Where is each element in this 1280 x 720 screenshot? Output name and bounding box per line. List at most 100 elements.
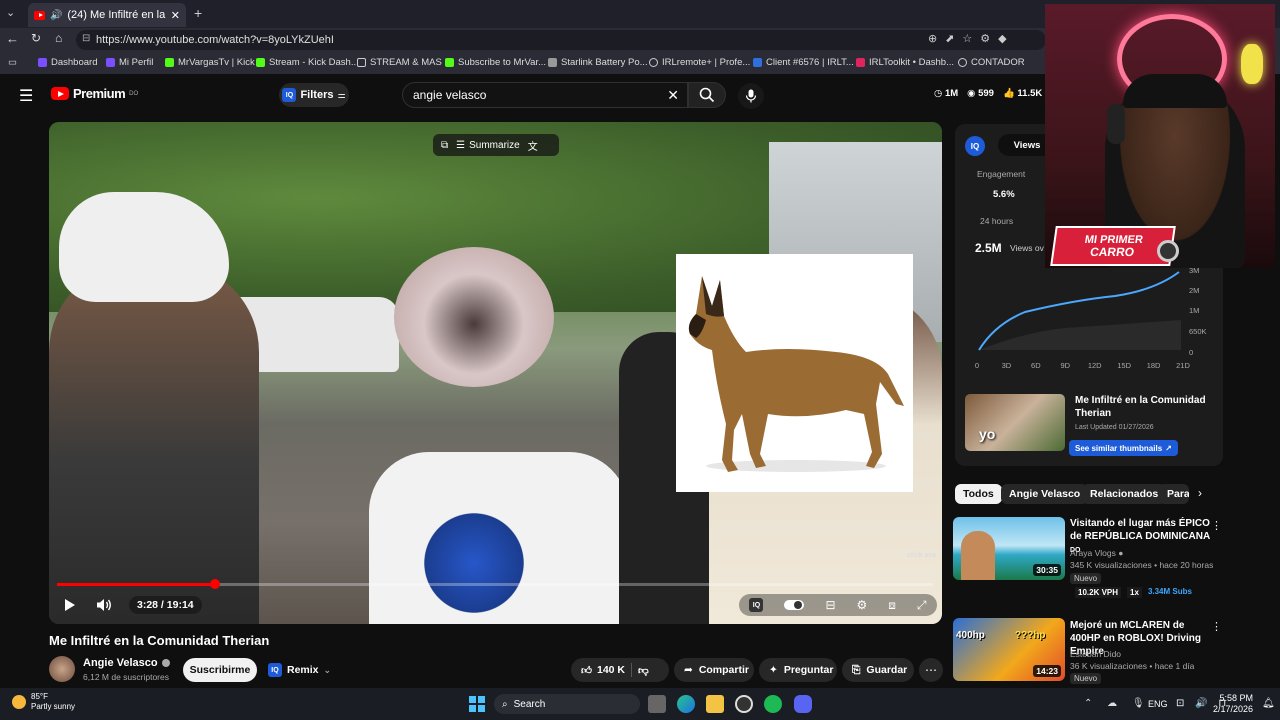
youtube-logo[interactable]: Premium DO [51, 86, 138, 101]
reload-icon[interactable]: ↻ [31, 31, 41, 45]
vph-stats: 10.2K VPH 1x 3.34M Subs [1075, 587, 1192, 598]
play-button[interactable] [61, 596, 79, 614]
recommendation-item[interactable]: 30:35 Visitando el lugar más ÉPICO de RE… [953, 517, 1225, 605]
iq-player-icon[interactable]: IQ [749, 598, 764, 612]
screenshot-icon[interactable]: ⧉ [441, 140, 448, 151]
site-info-icon[interactable]: ⊟ [82, 33, 90, 44]
total-views: 2.5M [975, 241, 1002, 255]
person-left [49, 262, 259, 624]
spotify-icon[interactable] [764, 695, 782, 713]
share-button[interactable]: ➦ Compartir [674, 658, 754, 682]
tab-close-icon[interactable]: ✕ [171, 9, 180, 22]
more-actions-button[interactable]: ⋯ [919, 658, 943, 682]
clear-search-icon[interactable]: ✕ [667, 87, 679, 104]
new-tab-icon[interactable]: + [194, 5, 202, 21]
chip-channel[interactable]: Angie Velasco [1001, 484, 1089, 504]
bookmark-item[interactable]: CONTADOR [958, 57, 1025, 68]
clock[interactable]: 5:58 PM 2/17/2026 [1213, 693, 1253, 715]
dislike-button[interactable]: 👎︎ [638, 664, 649, 677]
back-icon[interactable]: ← [6, 31, 19, 46]
remix-button[interactable]: IQ Remix ⌄ [264, 658, 334, 682]
subtitles-icon[interactable]: ⊟ [825, 598, 835, 612]
likes-stat: 👍 11.5K [1002, 88, 1043, 99]
play-icon [65, 599, 75, 611]
similar-thumbnails-button[interactable]: See similar thumbnails ↗ [1069, 440, 1178, 456]
search-label: Search [513, 698, 546, 710]
translate-icon[interactable]: 文 [528, 138, 538, 153]
rec-channel: Araya Vlogs ● [1070, 548, 1124, 558]
search-button[interactable] [688, 82, 726, 108]
recommendation-item[interactable]: 400hp ???hp 14:23 Mejoré un MCLAREN de 4… [953, 618, 1225, 684]
autoplay-toggle[interactable] [784, 600, 805, 610]
volume-button[interactable] [94, 596, 114, 614]
obs-icon[interactable] [735, 695, 753, 713]
task-view-icon[interactable] [648, 695, 666, 713]
bookmark-item[interactable]: IRLToolkit • Dashb... [856, 57, 954, 68]
like-dislike-group: 👍︎ 140 K 👎︎ [571, 658, 669, 682]
new-badge: Nuevo [1070, 573, 1102, 584]
volume-icon [97, 599, 111, 611]
menu-icon[interactable]: ☰ [19, 86, 33, 106]
system-tray[interactable]: ⌃ ☁ 🎙 [1084, 698, 1151, 709]
home-icon[interactable]: ⌂ [55, 31, 62, 45]
notification-icon[interactable]: 🔔︎ [1262, 698, 1275, 709]
analytics-thumbnail[interactable]: yo [965, 394, 1065, 451]
y-tick-label: 650K [1189, 327, 1207, 336]
save-button[interactable]: ⎘ Guardar [842, 658, 914, 682]
summarize-label: Summarize [469, 139, 520, 151]
tab-list-chevron-icon[interactable]: ⌄ [6, 6, 15, 19]
chip-for-you[interactable]: Para [1159, 484, 1189, 504]
extensions-icons[interactable]: ⊕⬈☆⚙◆ [928, 32, 1015, 45]
settings-icon[interactable]: ⚙ [857, 598, 868, 612]
logo-country: DO [129, 90, 139, 97]
channel-avatar[interactable] [49, 656, 75, 682]
iq-panel-logo: IQ [965, 136, 985, 156]
summarize-button[interactable]: ☰ Summarize [456, 140, 520, 151]
chip-related[interactable]: Relacionados [1082, 484, 1167, 504]
file-explorer-icon[interactable] [706, 695, 724, 713]
address-bar[interactable]: ⊟ https://www.youtube.com/watch?v=8yoLYk… [76, 30, 1046, 50]
edge-icon[interactable] [677, 695, 695, 713]
bookmark-item[interactable]: Stream - Kick Dash... [256, 57, 359, 68]
video-player[interactable]: ⧉ ☰ Summarize 文 click aca 3:28 / 19:14 I… [49, 122, 942, 624]
progress-track[interactable] [57, 579, 933, 589]
bookmark-item[interactable]: IRLremote+ | Profe... [649, 57, 750, 68]
taskbar-search[interactable]: ⌕ Search [494, 694, 640, 714]
weather-icon [12, 695, 26, 709]
bookmark-item[interactable]: Subscribe to MrVar... [445, 57, 546, 68]
voice-search-button[interactable] [738, 83, 764, 109]
chips-next-icon[interactable]: › [1198, 486, 1202, 500]
tab-active[interactable]: 🔊 (24) Me Infiltré en la Comunid ✕ [28, 3, 186, 27]
y-tick-label: 1M [1189, 306, 1199, 315]
rec-more-icon[interactable]: ⋮ [1211, 519, 1222, 532]
start-icon[interactable] [469, 696, 485, 712]
x-tick-label: 0 [975, 361, 979, 370]
ask-button[interactable]: ✦ Preguntar [759, 658, 837, 682]
channel-name[interactable]: Angie Velasco [83, 657, 170, 669]
rec-more-icon[interactable]: ⋮ [1211, 620, 1222, 633]
search-input[interactable]: angie velasco ✕ [402, 82, 688, 108]
rec-thumbnail[interactable]: 30:35 [953, 517, 1065, 580]
bookmark-item[interactable]: MrVargasTv | Kick [165, 57, 255, 68]
discord-icon[interactable] [794, 695, 812, 713]
weather-widget[interactable]: 85°F Partly sunny [12, 692, 75, 712]
subscribe-button[interactable]: Suscribirme [183, 658, 257, 682]
sliders-icon: ⚌ [337, 89, 346, 100]
audio-icon[interactable]: 🔊 [50, 10, 62, 21]
thumbs-down-icon: 👎︎ [638, 664, 649, 677]
bookmark-item[interactable]: Mi Perfil [106, 57, 153, 68]
language-indicator[interactable]: ENG [1148, 699, 1168, 709]
bookmark-item[interactable]: STREAM & MAS [357, 57, 442, 68]
filters-button[interactable]: IQ Filters ⚌ [279, 83, 349, 107]
fullscreen-icon[interactable]: ⤢ [917, 598, 927, 613]
x-tick-label: 6D [1031, 361, 1041, 370]
rec-thumbnail[interactable]: 400hp ???hp 14:23 [953, 618, 1065, 681]
bookmark-menu-icon[interactable]: ▭ [8, 57, 17, 68]
bookmark-item[interactable]: Dashboard [38, 57, 97, 68]
like-button[interactable]: 👍︎ 140 K [581, 664, 625, 677]
bookmark-item[interactable]: Client #6576 | IRLT... [753, 57, 854, 68]
bookmark-item[interactable]: Starlink Battery Po... [548, 57, 648, 68]
progress-scrubber[interactable] [209, 579, 220, 589]
miniplayer-icon[interactable]: ⧈ [888, 598, 896, 613]
chip-all[interactable]: Todos [955, 484, 1002, 504]
